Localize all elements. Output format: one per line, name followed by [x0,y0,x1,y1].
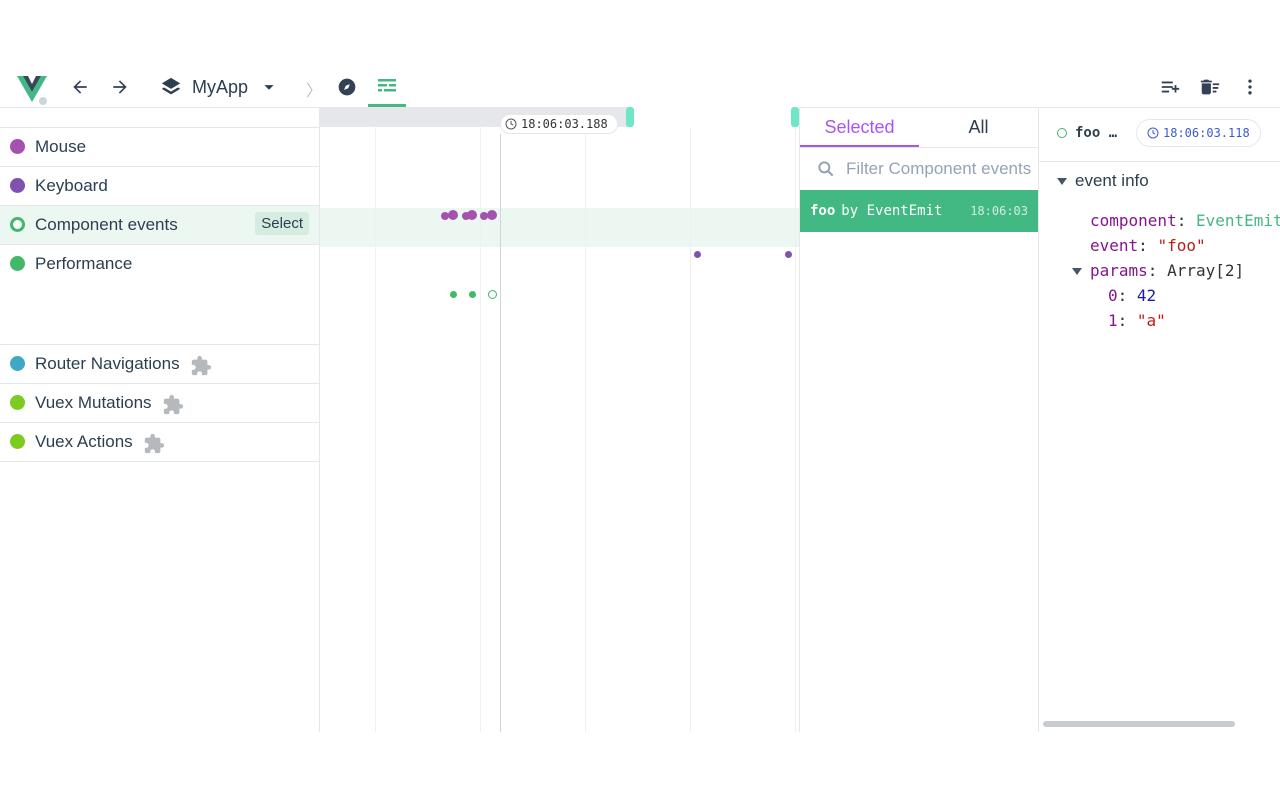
delete-sweep-icon [1200,79,1220,95]
forward-button[interactable] [106,73,134,101]
events-tabs: Selected All [800,107,1038,148]
layer-performance[interactable]: Performance [0,245,319,345]
layer-color-dot [10,256,25,271]
range-handle-end[interactable] [791,107,799,127]
event-marker[interactable] [467,210,477,220]
layers-panel: Mouse Keyboard Component events Select P… [0,107,320,732]
event-list-item[interactable]: foo by EventEmit 18:06:03 [800,190,1038,232]
layers-header [0,107,319,128]
layer-color-dot [10,395,25,410]
inspector-event-title: foo … [1057,125,1117,141]
vue-logo-icon [16,73,49,107]
grid-line [690,127,691,732]
timeline-icon [378,78,396,91]
layer-select-button[interactable]: Select [255,212,309,235]
event-marker[interactable] [450,291,457,298]
events-panel: Selected All Filter Component events foo… [799,107,1039,732]
app-name: MyApp [192,76,249,97]
toolbar: MyApp 〉 [0,67,1280,108]
event-marker[interactable] [469,291,476,298]
collapse-arrow-icon [1057,177,1067,185]
prop-params-toggle[interactable]: params: Array[2] [1072,261,1244,280]
event-info-section-toggle[interactable]: event info [1057,171,1149,191]
event-marker[interactable] [448,210,458,220]
event-item-name: foo [810,203,836,219]
event-marker[interactable] [694,251,701,258]
layer-label: Router Navigations [35,354,180,373]
chevron-down-icon [264,85,274,90]
layer-label: Vuex Actions [35,432,133,451]
add-layer-button[interactable] [1156,73,1184,101]
inspector-tab[interactable] [333,73,361,101]
layer-color-dot [10,178,25,193]
layer-vuex-mutations[interactable]: Vuex Mutations [0,384,319,423]
timeline-ruler-range [630,107,799,127]
timeline-canvas[interactable]: 18:06:03.188 [320,107,799,732]
layer-label: Vuex Mutations [35,393,152,412]
prop-component: component: EventEmit [1090,211,1280,230]
timeline-tab[interactable] [368,67,406,107]
layers-icon [161,77,181,95]
event-item-source: by EventEmit [841,203,943,219]
layer-label: Component events [35,215,178,234]
grid-line [795,127,796,732]
clear-timeline-button[interactable] [1196,73,1224,101]
plugin-icon [144,433,164,454]
prop-param-1: 1: "a" [1108,311,1166,330]
layer-label: Keyboard [35,176,108,195]
event-marker-selected[interactable] [488,290,497,299]
arrow-forward-icon [113,80,127,94]
plugin-icon [163,394,183,415]
time-cursor-label: 18:06:03.188 [500,114,618,134]
plugin-icon [191,355,211,376]
timeline-row-selected [320,208,799,247]
layer-vuex-actions[interactable]: Vuex Actions [0,423,319,462]
inspector-time-badge: 18:06:03.118 [1136,119,1261,147]
clock-icon [1147,127,1159,139]
expand-arrow-icon [1072,268,1082,275]
event-inspector: foo … 18:06:03.118 event info component:… [1039,107,1280,732]
horizontal-scrollbar[interactable] [1043,721,1235,727]
layer-keyboard[interactable]: Keyboard [0,167,319,206]
event-marker[interactable] [487,210,497,220]
playlist-add-icon [1161,81,1180,93]
filter-field[interactable]: Filter Component events [800,148,1038,190]
layer-color-dot [10,217,25,232]
section-title: event info [1075,171,1149,190]
layer-color-dot [10,356,25,371]
back-button[interactable] [66,73,94,101]
grid-line [375,127,376,732]
layer-mouse[interactable]: Mouse [0,128,319,167]
prop-param-0: 0: 42 [1108,286,1157,305]
inspector-header: foo … 18:06:03.118 [1039,107,1280,162]
compass-icon [338,78,356,96]
breadcrumb-separator: 〉 [306,83,323,100]
event-status-icon [1057,128,1067,138]
tab-selected[interactable]: Selected [800,107,919,147]
inspector-time: 18:06:03.118 [1163,126,1250,140]
more-vert-icon [1248,79,1252,95]
layer-color-dot [10,139,25,154]
filter-placeholder: Filter Component events [846,159,1032,178]
event-marker[interactable] [785,251,792,258]
prop-event: event: "foo" [1090,236,1206,255]
layer-component-events[interactable]: Component events Select [0,206,319,245]
layer-router-navigations[interactable]: Router Navigations [0,345,319,384]
clock-icon [505,118,517,130]
grid-line [585,127,586,732]
range-handle-start[interactable] [626,107,634,127]
cursor-time: 18:06:03.188 [521,117,608,131]
layer-label: Performance [35,254,133,273]
event-item-time: 18:06:03 [970,204,1028,218]
more-menu-button[interactable] [1236,73,1264,101]
devtools-frame: MyApp 〉 Mouse Keyboard Component events … [0,67,1280,732]
layer-color-dot [10,434,25,449]
app-selector[interactable]: MyApp [160,73,280,101]
layer-label: Mouse [35,137,87,156]
arrow-back-icon [73,80,87,94]
time-cursor-line [500,134,501,732]
inspector-event-name: foo … [1075,125,1118,141]
search-icon [818,161,834,177]
tab-all[interactable]: All [919,107,1038,147]
